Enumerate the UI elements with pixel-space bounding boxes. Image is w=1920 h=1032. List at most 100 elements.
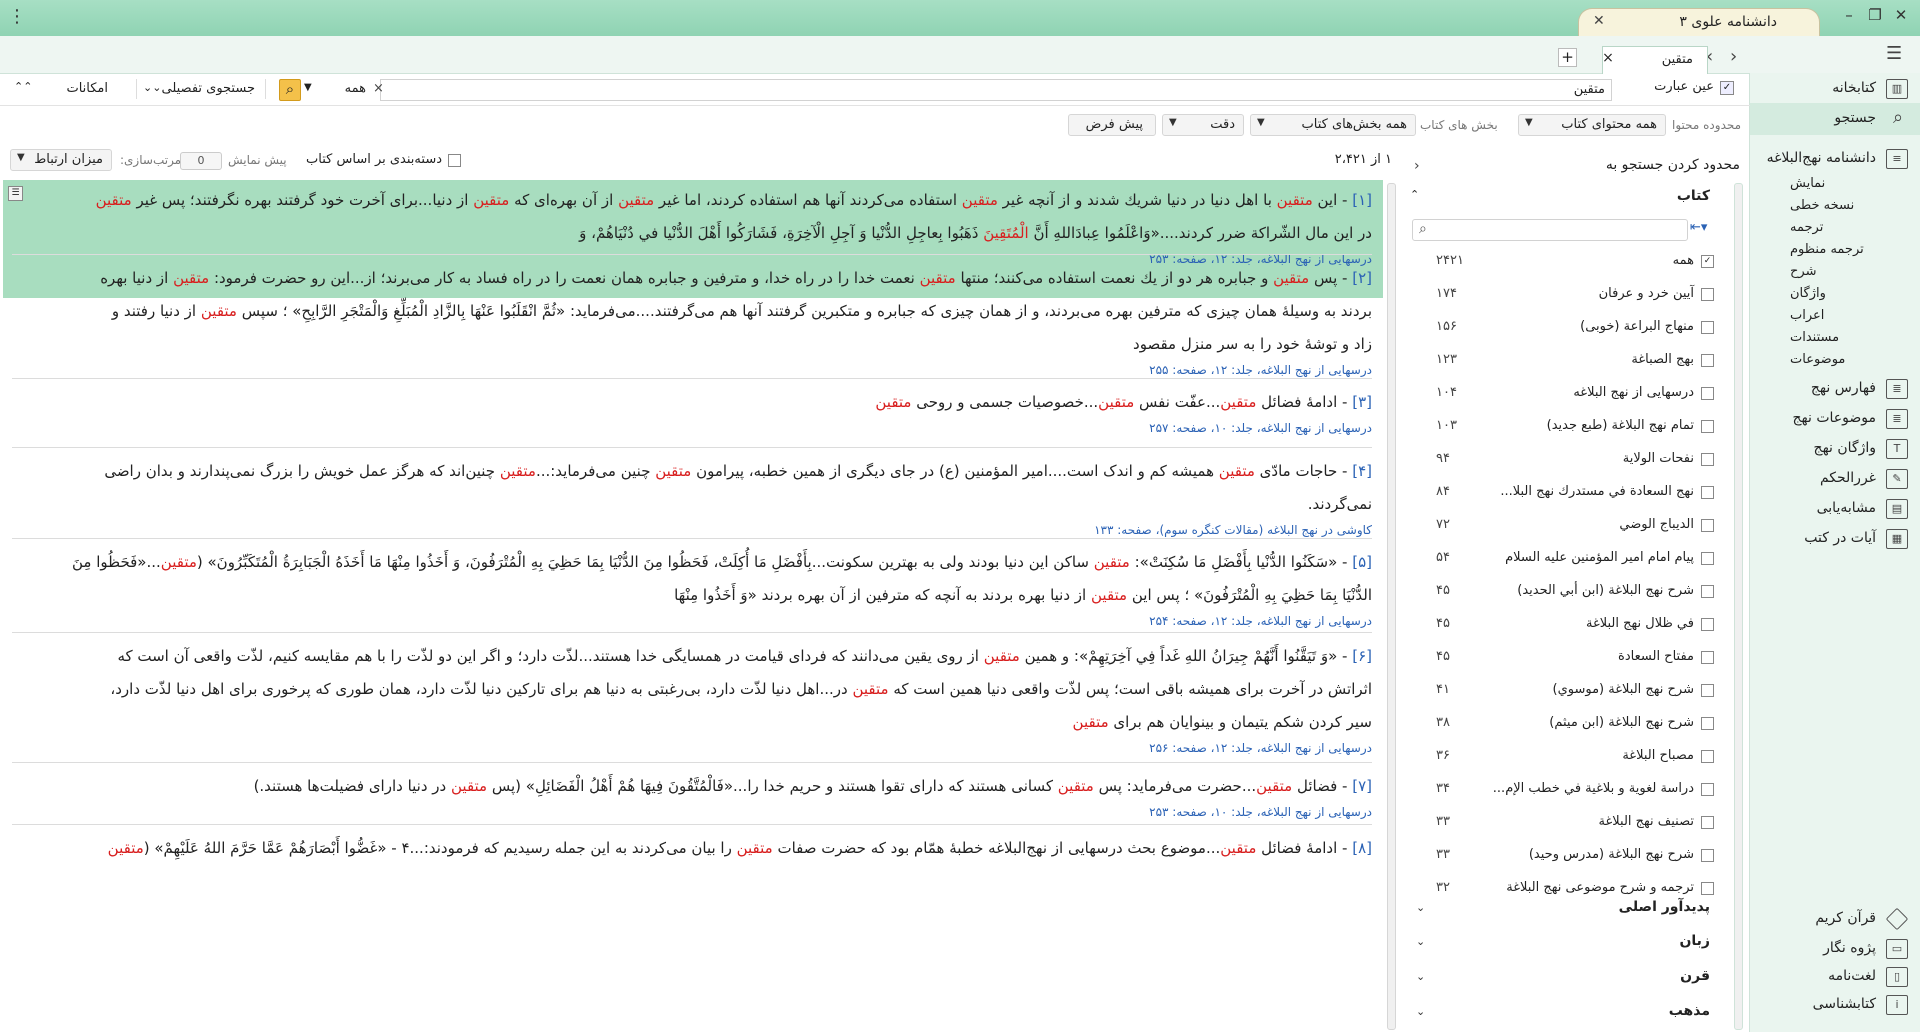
book-filter-checkbox[interactable]: [1701, 552, 1714, 565]
book-filter-checkbox[interactable]: [1701, 750, 1714, 763]
book-filter-checkbox[interactable]: [1701, 453, 1714, 466]
search-input[interactable]: متقین ×: [373, 79, 1612, 101]
document-tab[interactable]: متقین ×: [1602, 46, 1708, 74]
facet-language[interactable]: زبان: [1679, 933, 1710, 949]
sidebar-item-library[interactable]: ▥ کتابخانه: [1750, 73, 1920, 105]
result-source-link[interactable]: درسهایی از نهج البلاغه، جلد: ۱۰، صفحه: ۲…: [1149, 805, 1372, 819]
result-source-link[interactable]: درسهایی از نهج البلاغه، جلد: ۱۲، صفحه: ۲…: [1149, 614, 1372, 628]
book-filter-row[interactable]: آیین خرد و عرفان ۱۷۴: [1410, 278, 1740, 311]
sidebar-item-nahj-encyclopedia[interactable]: ≡ دانشنامه نهج‌البلاغه: [1750, 143, 1920, 175]
minimize-button[interactable]: –: [1836, 6, 1862, 24]
book-filter-checkbox[interactable]: [1701, 717, 1714, 730]
result-item[interactable]: [۸] - ادامهٔ فضائل متقين...موضوع بحث درس…: [12, 832, 1372, 865]
sidebar-subitem-display[interactable]: نمایش: [1790, 176, 1890, 191]
book-filter-row[interactable]: مصباح البلاغة ۳۶: [1410, 740, 1740, 773]
book-filter-row[interactable]: في ظلال نهج البلاغة ۴۵: [1410, 608, 1740, 641]
book-filter-checkbox[interactable]: [1701, 387, 1714, 400]
sidebar-item-similarity[interactable]: ▤ مشابه‌یابی: [1750, 493, 1920, 525]
book-filter-checkbox[interactable]: ✓: [1701, 255, 1714, 268]
sidebar-subitem-translation[interactable]: ترجمه: [1790, 220, 1890, 235]
book-filter-row[interactable]: منهاج البراعة (خوبی) ۱۵۶: [1410, 311, 1740, 344]
sidebar-item-nahj-topics[interactable]: ≣ موضوعات نهج: [1750, 403, 1920, 435]
app-menu-icon[interactable]: ⋮: [8, 6, 26, 27]
book-filter-checkbox[interactable]: [1701, 816, 1714, 829]
sidebar-item-ghurar[interactable]: ✎ غررالحکم: [1750, 463, 1920, 495]
book-filter-row[interactable]: بهج الصباغة ۱۲۳: [1410, 344, 1740, 377]
book-filter-row[interactable]: درسهایی از نهج البلاغه ۱۰۴: [1410, 377, 1740, 410]
sidebar-item-bibliography[interactable]: i کتابشناسی: [1750, 989, 1920, 1021]
result-source-link[interactable]: کاوشی در نهج البلاغه (مقالات کنگره سوم)،…: [1094, 523, 1372, 537]
hamburger-menu-icon[interactable]: ☰: [1886, 43, 1906, 64]
results-scrollbar[interactable]: [1387, 183, 1396, 1030]
sidebar-subitem-vocabulary[interactable]: واژگان: [1790, 286, 1890, 301]
result-source-link[interactable]: درسهایی از نهج البلاغه، جلد: ۱۲، صفحه: ۲…: [1149, 741, 1372, 755]
sort-dropdown[interactable]: میزان ارتباط ▼: [10, 149, 112, 171]
book-filter-checkbox[interactable]: [1701, 882, 1714, 895]
result-source-link[interactable]: درسهایی از نهج البلاغه، جلد: ۱۰، صفحه: ۲…: [1149, 421, 1372, 435]
book-filter-checkbox[interactable]: [1701, 420, 1714, 433]
book-filter-row[interactable]: تمام نهج البلاغة (طبع جدید) ۱۰۳: [1410, 410, 1740, 443]
precision-dropdown[interactable]: دقت ▼: [1162, 114, 1244, 136]
close-window-button[interactable]: ✕: [1888, 6, 1914, 24]
chevron-down-icon[interactable]: ⌄: [1416, 1005, 1425, 1018]
app-title-tab[interactable]: دانشنامه علوی ۳ ✕: [1578, 8, 1820, 37]
clear-search-icon[interactable]: ×: [373, 81, 384, 96]
group-by-book-checkbox[interactable]: [448, 154, 461, 167]
sidebar-item-search[interactable]: ⌕ جستجو: [1750, 103, 1920, 135]
sidebar-item-quran[interactable]: قرآن کریم: [1750, 903, 1920, 935]
book-filter-checkbox[interactable]: [1701, 783, 1714, 796]
book-filter-row[interactable]: مفتاح السعادة ۴۵: [1410, 641, 1740, 674]
tab-forward-button[interactable]: ›: [1730, 46, 1737, 67]
sidebar-subitem-topics[interactable]: موضوعات: [1790, 352, 1890, 367]
sidebar-subitem-parsing[interactable]: اعراب: [1790, 308, 1890, 323]
chevron-down-icon[interactable]: ⌄: [1416, 970, 1425, 983]
book-filter-checkbox[interactable]: [1701, 651, 1714, 664]
book-filter-checkbox[interactable]: [1701, 321, 1714, 334]
search-go-button[interactable]: ⌕: [279, 79, 301, 101]
book-filter-checkbox[interactable]: [1701, 684, 1714, 697]
book-filter-checkbox[interactable]: [1701, 519, 1714, 532]
result-source-link[interactable]: درسهایی از نهج البلاغه، جلد: ۱۲، صفحه: ۲…: [1149, 363, 1372, 377]
facet-century[interactable]: قرن: [1680, 968, 1710, 984]
result-item[interactable]: [۷] - فضائل متقین...حضرت می‌فرماید: پس م…: [12, 770, 1372, 803]
result-item[interactable]: [۱] - این متقین با اهل دنیا در دنیا شريك…: [12, 184, 1372, 250]
sidebar-subitem-manuscript[interactable]: نسخه خطی: [1790, 198, 1890, 213]
facet-author[interactable]: پدیدآور اصلی: [1619, 899, 1710, 915]
book-filter-row[interactable]: ✓ همه ۲۴۲۱: [1410, 245, 1740, 278]
preview-lines-stepper[interactable]: 0: [180, 152, 222, 170]
book-filter-checkbox[interactable]: [1701, 849, 1714, 862]
sidebar-item-verses-in-books[interactable]: ▦ آیات در کتب: [1750, 523, 1920, 555]
result-item[interactable]: [۵] - «سَكَنُوا الدُّنْيا بِأَفْضَلِ مَا…: [12, 546, 1372, 612]
book-filter-checkbox[interactable]: [1701, 354, 1714, 367]
book-filter-row[interactable]: نهج السعادة في مستدرك نهج البلا... ۸۴: [1410, 476, 1740, 509]
book-filter-checkbox[interactable]: [1701, 585, 1714, 598]
sidebar-item-nahj-vocabulary[interactable]: T واژگان نهج: [1750, 433, 1920, 465]
sidebar-subitem-commentary[interactable]: شرح: [1790, 264, 1890, 279]
exact-phrase-checkbox[interactable]: ✓: [1720, 81, 1734, 95]
book-filter-checkbox[interactable]: [1701, 486, 1714, 499]
result-item[interactable]: [۴] - حاجات مادّی متقین همیشه کم و اندک …: [12, 455, 1372, 521]
book-filter-checkbox[interactable]: [1701, 618, 1714, 631]
facet-sect[interactable]: مذهب: [1669, 1003, 1710, 1019]
content-scope-dropdown[interactable]: همه محتوای کتاب ▼: [1518, 114, 1666, 136]
options-button[interactable]: امکانات ⌃⌃: [10, 79, 130, 99]
book-filter-row[interactable]: شرح نهج البلاغة (ابن میثم) ۳۸: [1410, 707, 1740, 740]
book-filter-row[interactable]: شرح نهج البلاغة (مدرس وحید) ۳۳: [1410, 839, 1740, 872]
book-filter-row[interactable]: الدیباج الوضي ۷۲: [1410, 509, 1740, 542]
chevron-down-icon[interactable]: ⌄: [1416, 935, 1425, 948]
book-filter-checkbox[interactable]: [1701, 288, 1714, 301]
book-filter-row[interactable]: دراسة لغوية و بلاغية في خطب الإم... ۳۴: [1410, 773, 1740, 806]
result-item[interactable]: [۶] - «وَ تَيَقَّنُوا أَنَّهُمْ جِيرَانُ…: [12, 640, 1372, 739]
search-scope-dropdown[interactable]: همه ▼: [300, 79, 374, 99]
book-sections-dropdown[interactable]: همه بخش‌های کتاب ▼: [1250, 114, 1416, 136]
chevron-down-icon[interactable]: ⌄: [1416, 901, 1425, 914]
sidebar-subitem-verse-translation[interactable]: ترجمه منظوم: [1790, 242, 1890, 257]
default-button[interactable]: پیش فرض: [1068, 114, 1156, 136]
result-item[interactable]: [۲] - پس متقين و جبابره هر دو از يك نعمت…: [12, 262, 1372, 361]
app-tab-close-icon[interactable]: ✕: [1593, 13, 1605, 29]
book-filter-row[interactable]: شرح نهج البلاغة (ابن أبي الحدید) ۴۵: [1410, 575, 1740, 608]
result-item[interactable]: [۳] - ادامهٔ فضائل متقین...عفّت نفس متقی…: [12, 386, 1372, 419]
book-filter-row[interactable]: پیام امام امیر المؤمنین علیه السلام ۵۴: [1410, 542, 1740, 575]
add-tab-button[interactable]: +: [1558, 48, 1577, 67]
sidebar-subitem-documents[interactable]: مستندات: [1790, 330, 1890, 345]
